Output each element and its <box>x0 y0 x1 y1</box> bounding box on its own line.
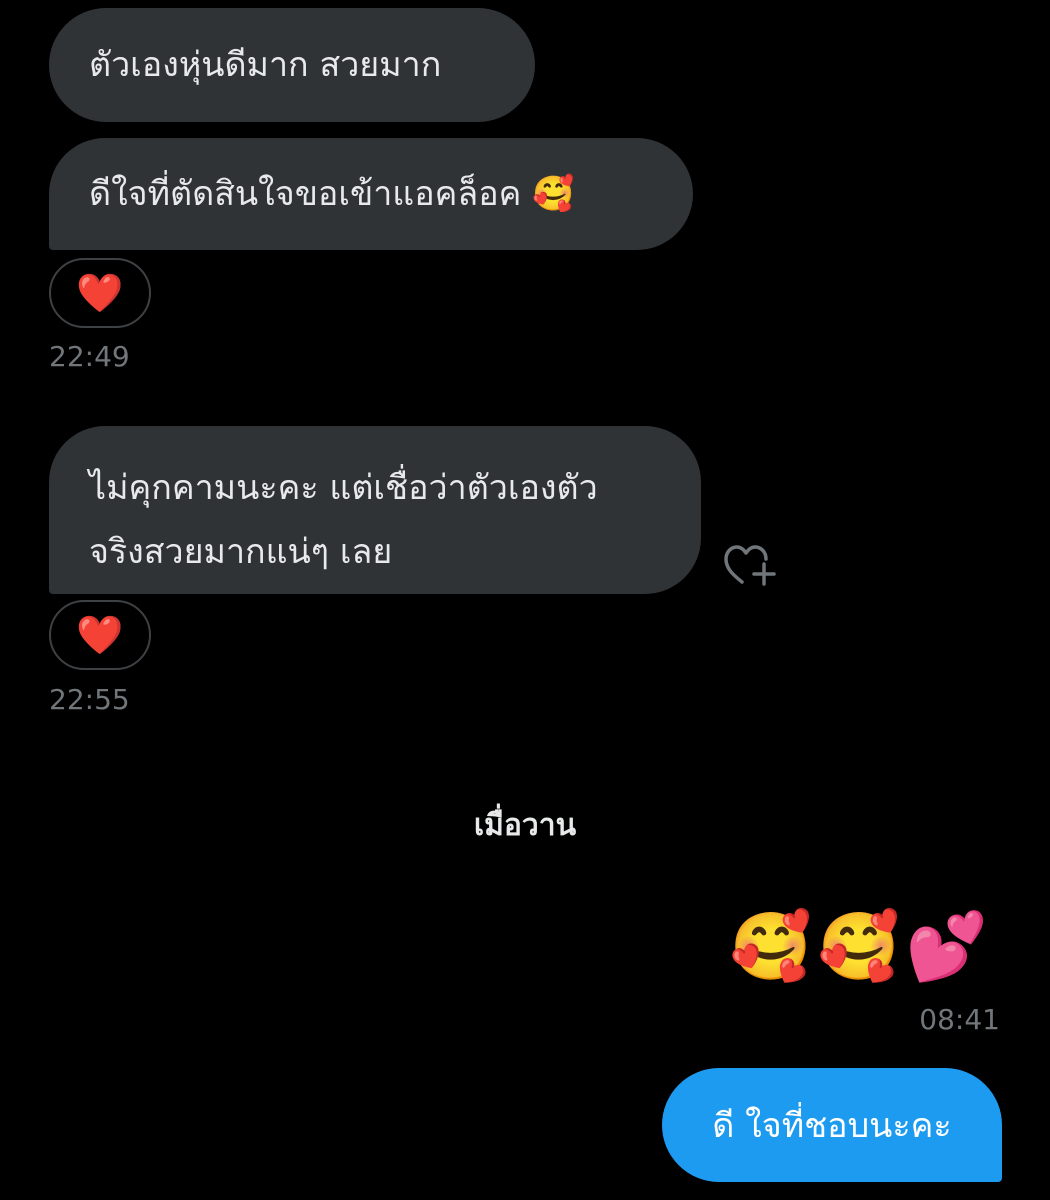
incoming-message-bubble[interactable]: ดีใจที่ตัดสินใจขอเข้าแอคล็อค 🥰 <box>49 138 693 250</box>
heart-reaction-badge[interactable]: ❤️ <box>49 600 151 670</box>
message-text-line: จริงสวยมากแน่ๆ เลย <box>89 532 393 572</box>
message-text: ดีใจที่ตัดสินใจขอเข้าแอคล็อค 🥰 <box>89 174 575 214</box>
message-text: ดี ใจที่ชอบนะคะ <box>712 1106 952 1146</box>
heart-icon: ❤️ <box>76 270 124 315</box>
message-timestamp: 22:55 <box>49 683 130 716</box>
outgoing-message-bubble[interactable]: ดี ใจที่ชอบนะคะ <box>662 1068 1002 1182</box>
message-timestamp: 22:49 <box>49 340 130 373</box>
heart-plus-icon <box>724 545 776 586</box>
message-timestamp: 08:41 <box>919 1003 1000 1036</box>
heart-icon: ❤️ <box>76 612 124 657</box>
message-text: ตัวเองหุ่นดีมาก สวยมาก <box>89 45 442 85</box>
date-separator: เมื่อวาน <box>473 808 577 843</box>
incoming-message-bubble[interactable]: ไม่คุกคามนะคะ แต่เชื่อว่าตัวเองตัว จริงส… <box>49 426 701 594</box>
add-reaction-button[interactable] <box>722 542 778 590</box>
incoming-message-bubble[interactable]: ตัวเองหุ่นดีมาก สวยมาก <box>49 8 535 122</box>
heart-reaction-badge[interactable]: ❤️ <box>49 258 151 328</box>
outgoing-emoji-message[interactable]: 🥰🥰💕 <box>729 902 994 992</box>
message-text-line: ไม่คุกคามนะคะ แต่เชื่อว่าตัวเองตัว <box>89 468 598 508</box>
